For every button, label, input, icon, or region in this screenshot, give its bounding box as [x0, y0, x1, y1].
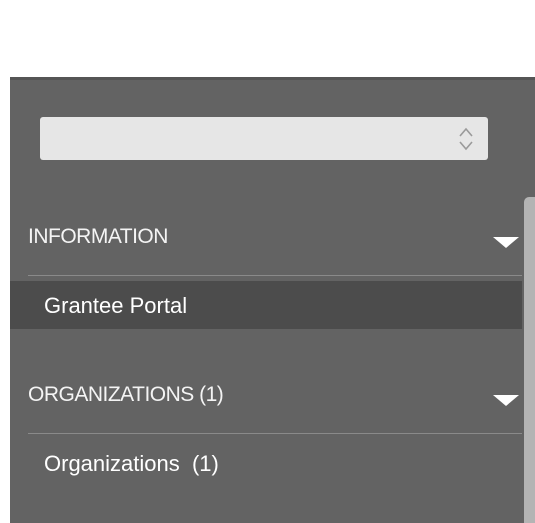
- section-divider: [28, 433, 522, 434]
- sidebar-panel: INFORMATION Grantee Portal ORGANIZATIONS…: [10, 77, 535, 523]
- page: INFORMATION Grantee Portal ORGANIZATIONS…: [0, 0, 535, 523]
- scrollbar[interactable]: [524, 197, 535, 523]
- section-header-organizations[interactable]: ORGANIZATIONS (1): [28, 375, 519, 415]
- nav-item-grantee-portal[interactable]: Grantee Portal: [10, 281, 522, 329]
- panel-top-border: [10, 77, 535, 80]
- nav-item-organizations[interactable]: Organizations (1): [10, 439, 522, 487]
- caret-down-icon[interactable]: [493, 237, 519, 248]
- section-header-label: ORGANIZATIONS (1): [28, 383, 224, 406]
- section-header-information[interactable]: INFORMATION: [28, 217, 519, 257]
- section-header-label: INFORMATION: [28, 225, 168, 248]
- caret-down-icon[interactable]: [493, 395, 519, 406]
- nav-item-label: Grantee Portal: [44, 293, 188, 318]
- up-down-chevron-icon: [459, 127, 473, 150]
- navigation-select[interactable]: [40, 117, 488, 160]
- nav-item-label: Organizations (1): [44, 451, 219, 476]
- section-divider: [28, 275, 522, 276]
